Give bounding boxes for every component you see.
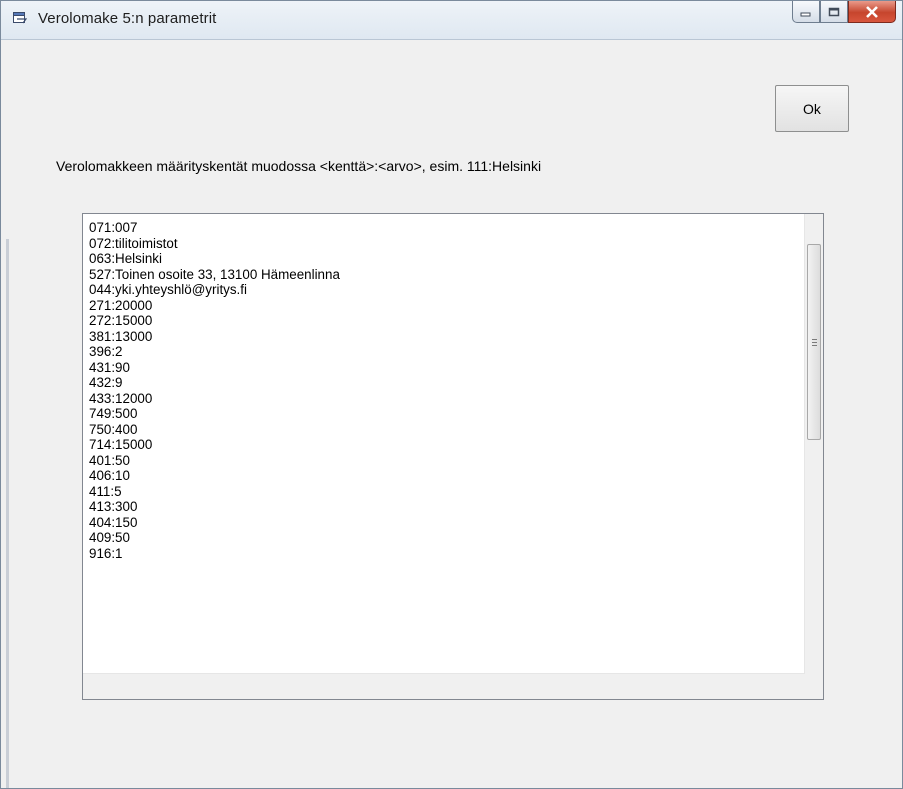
maximize-icon [828,7,840,16]
field-line: 527:Toinen osoite 33, 13100 Hämeenlinna [89,266,340,282]
field-line: 071:007 [89,220,138,235]
field-line: 411:5 [89,483,122,499]
fields-textarea[interactable]: 071:007 072:tilitoimistot 063:Helsinki 527:… [82,213,824,700]
title-bar[interactable]: Verolomake 5:n parametrit [1,1,902,40]
field-line: 433:12000 [89,390,153,406]
ok-button[interactable]: Ok [775,85,849,132]
minimize-button[interactable] [792,1,820,23]
window-left-edge [6,239,9,788]
vertical-scrollbar[interactable] [804,214,823,674]
field-line: 750:400 [89,421,138,437]
field-line: 409:50 [89,530,130,545]
field-line: 272:15000 [89,313,153,328]
app-window-icon [13,12,27,24]
field-line: 044:yki.yhteyshlö@yritys.fi [89,282,247,297]
field-line: 396:2 [89,344,123,359]
minimize-icon [800,12,811,16]
maximize-button[interactable] [820,1,848,23]
scroll-grip-icon [812,339,817,348]
vertical-scroll-thumb[interactable] [807,244,821,440]
field-line: 401:50 [89,452,130,468]
field-line: 413:300 [89,499,138,514]
field-line: 381:13000 [89,328,153,344]
field-line: 406:10 [89,468,130,483]
dialog-window: Verolomake 5:n parametrit Ok Verolomakke… [0,0,903,789]
field-line: 916:1 [89,545,123,561]
field-line: 432:9 [89,375,123,390]
field-line: 271:20000 [89,297,153,313]
client-area: Ok Verolomakkeen määrityskentät muodossa… [10,40,901,787]
fields-description-label: Verolomakkeen määrityskentät muodossa <k… [56,158,542,174]
field-line: 431:90 [89,359,130,375]
field-line: 714:15000 [89,437,153,452]
horizontal-scrollbar[interactable] [83,673,805,699]
field-line: 063:Helsinki [89,251,162,266]
field-line: 749:500 [89,406,138,421]
window-title: Verolomake 5:n parametrit [38,10,217,27]
close-button[interactable] [848,1,896,23]
field-line: 404:150 [89,514,138,530]
fields-lines[interactable]: 071:007 072:tilitoimistot 063:Helsinki 527:… [89,220,799,561]
scrollbar-corner [805,674,823,699]
close-icon [866,5,878,18]
field-line: 072:tilitoimistot [89,235,178,251]
